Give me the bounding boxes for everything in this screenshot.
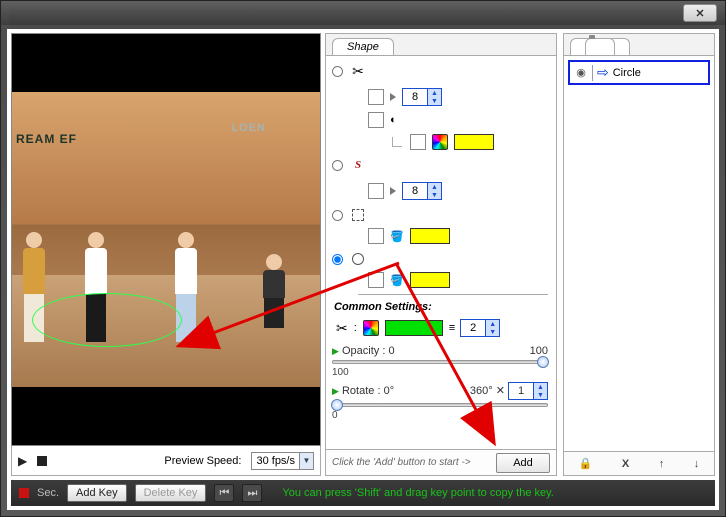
layers-panel: ◉ ⇨ Circle 🔒 X ↑ ↓ [563, 33, 715, 476]
scissors-width-value: 8 [403, 89, 427, 105]
layer-item-circle[interactable]: ◉ ⇨ Circle [568, 60, 710, 85]
sec-label: Sec. [37, 487, 59, 499]
tool-row-curve: S [332, 156, 548, 174]
preview-speed-value: 30 fps/s [252, 455, 299, 467]
scissors-width-stepper[interactable]: 8 ▲▼ [402, 88, 442, 106]
video-preview[interactable]: REAM EF LOEN [11, 33, 321, 446]
circle-color-swatch[interactable] [410, 272, 450, 288]
titlebar: ✕ [1, 1, 725, 25]
tab-shape[interactable]: Shape [332, 38, 394, 55]
opacity-label: Opacity [342, 345, 379, 357]
delete-layer-button[interactable]: X [622, 458, 629, 470]
scissors-fill-checkbox[interactable] [368, 112, 384, 128]
stop-button[interactable] [37, 456, 47, 466]
tool-circle-radio[interactable] [332, 254, 343, 265]
window-close-button[interactable]: ✕ [683, 4, 717, 22]
preview-pane: REAM EF LOEN ▶ Preview Speed: 30 fps/s [11, 33, 321, 476]
wall-text-right: LOEN [231, 122, 266, 134]
tool-curve-radio[interactable] [332, 160, 343, 171]
layer-up-button[interactable]: ↑ [659, 458, 665, 470]
crop-icon [349, 206, 367, 224]
rotate-max: 360° [470, 385, 493, 397]
camera-icon [585, 38, 615, 55]
shape-panel-body: ✂ 8 ▲▼ ◐ [326, 56, 556, 449]
play-button[interactable]: ▶ [18, 454, 27, 468]
video-scene: REAM EF LOEN [12, 92, 320, 388]
rotate-label: Rotate [342, 385, 374, 397]
scissors-icon: ✂ [336, 321, 348, 335]
scissors-cap-checkbox[interactable] [368, 89, 384, 105]
curve-cap-checkbox[interactable] [368, 183, 384, 199]
paint-bucket-icon: 🪣 [390, 230, 404, 243]
preview-speed-dropdown[interactable]: 30 fps/s ▼ [251, 452, 314, 470]
shape-panel-footer: Click the 'Add' button to start -> Add [326, 449, 556, 475]
tool-row-crop [332, 206, 548, 224]
rotate-slider[interactable] [332, 403, 548, 407]
arrow-right-icon: ⇨ [597, 64, 609, 81]
tool-scissors-radio[interactable] [332, 66, 343, 77]
prev-key-button[interactable]: ⏮ [214, 484, 234, 502]
rotate-mult-stepper[interactable]: 1 ▲▼ [508, 382, 548, 400]
line-style-icon [449, 323, 454, 334]
globe-icon: ◐ [390, 114, 397, 126]
arrowhead-icon [390, 93, 396, 101]
layers-footer: 🔒 X ↑ ↓ [564, 451, 714, 475]
chevron-down-icon: ▼ [299, 453, 313, 469]
eye-icon[interactable]: ◉ [574, 66, 588, 80]
opacity-slider-row: ▶ Opacity : 0 100 100 [332, 345, 548, 378]
opacity-value: 100 [332, 367, 548, 378]
add-key-button[interactable]: Add Key [67, 484, 127, 502]
close-icon: ✕ [695, 7, 704, 20]
crop-color-swatch[interactable] [410, 228, 450, 244]
common-color-picker-icon[interactable] [363, 320, 379, 336]
scissors-color-checkbox[interactable] [410, 134, 426, 150]
opacity-slider[interactable] [332, 360, 548, 364]
add-hint: Click the 'Add' button to start -> [332, 457, 490, 468]
curve-icon: S [349, 156, 367, 174]
lock-icon[interactable]: 🔒 [579, 457, 593, 470]
circle-icon [349, 250, 367, 268]
arrowhead-icon [390, 187, 396, 195]
layer-down-button[interactable]: ↓ [694, 458, 700, 470]
preview-speed-label: Preview Speed: [164, 455, 241, 467]
record-indicator-icon [19, 488, 29, 498]
common-width-value: 2 [461, 320, 485, 336]
scissors-icon: ✂ [349, 62, 367, 80]
layers-tab-bar [564, 34, 714, 56]
circle-fill-checkbox[interactable] [368, 272, 384, 288]
curve-width-stepper[interactable]: 8 ▲▼ [402, 182, 442, 200]
timeline-bar: Sec. Add Key Delete Key ⏮ ⏭ You can pres… [11, 480, 715, 506]
paint-bucket-icon: 🪣 [390, 274, 404, 287]
shape-panel: Shape ✂ 8 ▲▼ [325, 33, 557, 476]
common-color-swatch[interactable] [385, 320, 443, 336]
tab-layers[interactable] [570, 38, 630, 55]
tool-row-scissors: ✂ [332, 62, 548, 80]
tool-row-circle [332, 250, 548, 268]
next-key-button[interactable]: ⏭ [242, 484, 262, 502]
main-row: REAM EF LOEN ▶ Preview Speed: 30 fps/s [11, 33, 715, 476]
add-button[interactable]: Add [496, 453, 550, 473]
tool-crop-radio[interactable] [332, 210, 343, 221]
rotate-value: 0 [332, 410, 548, 421]
app-window: ✕ REAM EF LOEN [0, 0, 726, 517]
crop-fill-checkbox[interactable] [368, 228, 384, 244]
opacity-max: 100 [530, 345, 548, 357]
layer-label: Circle [613, 67, 641, 79]
scissors-color-swatch[interactable] [454, 134, 494, 150]
transport-bar: ▶ Preview Speed: 30 fps/s ▼ [11, 446, 321, 476]
wall-text-left: REAM EF [16, 132, 77, 146]
color-picker-icon[interactable] [432, 134, 448, 150]
timeline-tip: You can press 'Shift' and drag key point… [282, 487, 553, 499]
layers-list: ◉ ⇨ Circle [564, 56, 714, 451]
delete-key-button[interactable]: Delete Key [135, 484, 207, 502]
common-settings-heading: Common Settings: [334, 301, 548, 313]
shape-tab-bar: Shape [326, 34, 556, 56]
rotate-slider-row: ▶ Rotate : 0° 360° ✕ 1 ▲▼ [332, 382, 548, 421]
common-width-stepper[interactable]: 2 ▲▼ [460, 319, 500, 337]
content-area: REAM EF LOEN ▶ Preview Speed: 30 fps/s [7, 29, 719, 510]
curve-width-value: 8 [403, 183, 427, 199]
